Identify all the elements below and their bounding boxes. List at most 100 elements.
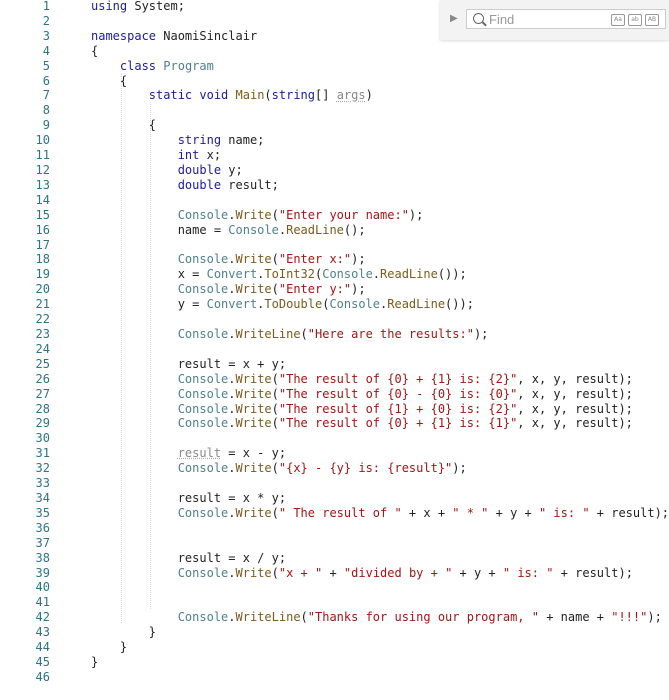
code-line[interactable]: 30 — [0, 431, 669, 446]
code-line[interactable]: 35 Console.Write(" The result of " + x +… — [0, 506, 669, 521]
code-line[interactable]: 24 — [0, 342, 669, 357]
line-code: namespace NaomiSinclair — [91, 29, 257, 44]
whole-word-icon[interactable]: ab — [628, 14, 642, 26]
code-line[interactable]: 11 int x; — [0, 148, 669, 163]
code-line[interactable]: 28 Console.Write("The result of {1} + {0… — [0, 402, 669, 417]
code-text: x = — [91, 267, 207, 282]
find-input[interactable]: Find Aa ab AB — [466, 9, 666, 29]
regex-icon[interactable]: AB — [645, 14, 659, 26]
expand-arrow-icon[interactable]: ▶ — [450, 13, 458, 24]
find-widget: ▶ Find Aa ab AB — [440, 0, 669, 40]
code-line[interactable]: 20 Console.Write("Enter y:"); — [0, 282, 669, 297]
code-line[interactable]: 26 Console.Write("The result of {0} + {1… — [0, 372, 669, 387]
code-line[interactable]: 45} — [0, 655, 669, 670]
code-line[interactable]: 40 — [0, 580, 669, 595]
code-line[interactable]: 17 — [0, 238, 669, 253]
method-name: Write — [235, 505, 272, 520]
line-number: 15 — [35, 207, 50, 222]
code-line[interactable]: 23 Console.WriteLine("Here are the resul… — [0, 327, 669, 342]
type-name: Convert — [206, 297, 258, 312]
line-number: 14 — [35, 192, 50, 207]
line-number: 17 — [35, 237, 50, 252]
type-name: Console — [177, 505, 229, 520]
line-code: string name; — [91, 133, 265, 148]
code-line[interactable]: 7 static void Main(string[] args) — [0, 88, 669, 103]
code-text: , x, y, result); — [517, 371, 633, 386]
code-text: ); — [351, 252, 366, 267]
code-text: { — [91, 118, 157, 133]
code-text: ); — [647, 610, 662, 625]
code-line[interactable]: 42 Console.WriteLine("Thanks for using o… — [0, 610, 669, 625]
line-code: Console.WriteLine("Here are the results:… — [91, 327, 489, 342]
code-line[interactable]: 38 result = x / y; — [0, 551, 669, 566]
code-text: . — [228, 386, 236, 401]
code-line[interactable]: 10 string name; — [0, 133, 669, 148]
code-line[interactable]: 19 x = Convert.ToInt32(Console.ReadLine(… — [0, 267, 669, 282]
line-number: 2 — [42, 13, 50, 28]
code-line[interactable]: 29 Console.Write("The result of {0} + {1… — [0, 416, 669, 431]
code-line[interactable]: 39 Console.Write("x + " + "divided by + … — [0, 566, 669, 581]
line-number: 11 — [35, 148, 50, 163]
code-text: ( — [271, 282, 279, 297]
code-text: ) — [365, 88, 373, 103]
line-code: Console.Write("The result of {0} - {0} i… — [91, 387, 633, 402]
code-text: ( — [271, 401, 279, 416]
line-number: 40 — [35, 580, 50, 595]
code-line[interactable]: 27 Console.Write("The result of {0} - {0… — [0, 387, 669, 402]
code-line[interactable]: 46 — [0, 670, 669, 685]
code-text: . — [372, 267, 381, 282]
code-text: , x, y, result); — [517, 416, 633, 431]
code-line[interactable]: 32 Console.Write("{x} - {y} is: {result}… — [0, 461, 669, 476]
code-line[interactable]: 37 — [0, 536, 669, 551]
line-number: 21 — [35, 297, 50, 312]
keyword: string — [271, 88, 316, 103]
line-code: { — [91, 44, 98, 59]
code-line[interactable]: 16 name = Console.ReadLine(); — [0, 223, 669, 238]
code-line[interactable]: 44 } — [0, 640, 669, 655]
match-case-icon[interactable]: Aa — [611, 14, 625, 26]
code-text: y = — [91, 297, 207, 312]
method-name: ToInt32 — [264, 267, 315, 282]
line-number: 42 — [35, 610, 50, 625]
code-text: } — [91, 625, 157, 640]
method-name: Main — [235, 88, 265, 103]
code-line[interactable]: 8 — [0, 103, 669, 118]
code-line[interactable]: 12 double y; — [0, 163, 669, 178]
code-editor[interactable]: 1 using System; 2 3 namespace NaomiSinclair 4… — [0, 0, 669, 700]
code-line[interactable]: 5 class Program — [0, 59, 669, 74]
code-line[interactable]: 36 — [0, 521, 669, 536]
code-text: result = x / y; — [91, 550, 287, 565]
code-line[interactable]: 6 { — [0, 74, 669, 89]
code-line[interactable]: 15 Console.Write("Enter your name:"); — [0, 208, 669, 223]
code-line[interactable]: 43 } — [0, 625, 669, 640]
keyword: using — [91, 0, 128, 13]
code-text: ( — [300, 327, 308, 342]
code-line[interactable]: 33 — [0, 476, 669, 491]
line-code: x = Convert.ToInt32(Console.ReadLine()); — [91, 267, 467, 282]
code-text: } — [91, 640, 128, 655]
type-name: Console — [177, 252, 229, 267]
line-number: 8 — [42, 103, 50, 118]
line-number: 28 — [35, 401, 50, 416]
code-line[interactable]: 41 — [0, 595, 669, 610]
code-line[interactable]: 31 result = x - y; — [0, 446, 669, 461]
code-line[interactable]: 34 result = x * y; — [0, 491, 669, 506]
line-number: 41 — [35, 595, 50, 610]
code-line[interactable]: 18 Console.Write("Enter x:"); — [0, 252, 669, 267]
code-text: ()); — [445, 297, 474, 312]
code-line[interactable]: 21 y = Convert.ToDouble(Console.ReadLine… — [0, 297, 669, 312]
code-line[interactable]: 14 — [0, 193, 669, 208]
code-text: ( — [271, 505, 279, 520]
method-name: Write — [235, 565, 272, 580]
string-literal: " The result of " — [278, 505, 402, 520]
type-name: Console — [177, 371, 229, 386]
code-line[interactable]: 4{ — [0, 44, 669, 59]
code-line[interactable]: 13 double result; — [0, 178, 669, 193]
code-line[interactable]: 9 { — [0, 118, 669, 133]
code-line[interactable]: 22 — [0, 312, 669, 327]
code-line[interactable]: 25 result = x + y; — [0, 357, 669, 372]
method-name: ReadLine — [380, 267, 438, 282]
